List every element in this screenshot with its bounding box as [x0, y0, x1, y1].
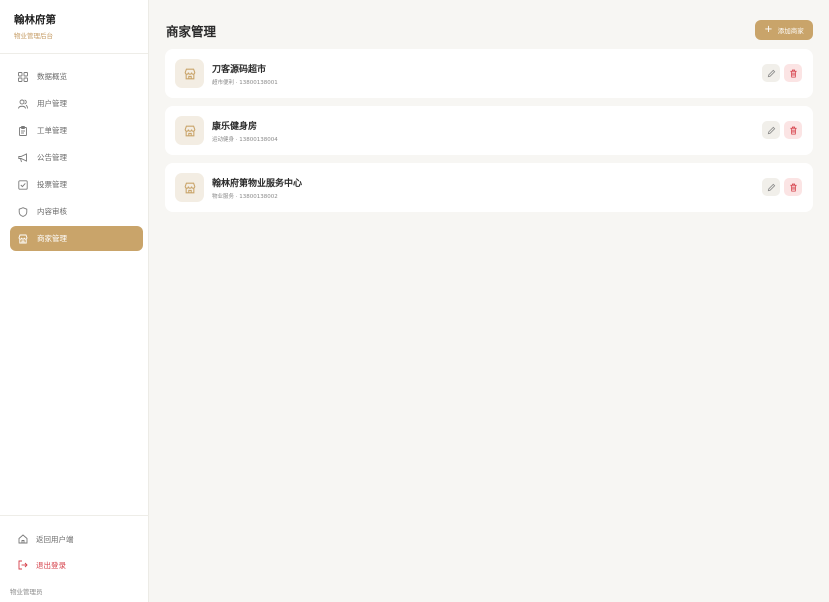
merchant-name: 刀客源码超市 — [212, 64, 267, 75]
logout-icon — [18, 560, 28, 570]
back-to-user-label: 返回用户端 — [36, 534, 74, 544]
grid-icon — [18, 71, 28, 82]
sidebar-item-label: 投票管理 — [37, 180, 67, 189]
merchant-list: 刀客源码超市 超市便利 · 13800138001 康乐健身房 运动健身 · 1… — [165, 49, 813, 220]
sidebar: 翰林府第 物业管理后台 数据概览 用户管理 工单管理 公告管理 投票管理 内容审… — [0, 0, 149, 602]
sidebar-item-merchants[interactable]: 商家管理 — [10, 226, 143, 251]
trash-icon — [789, 183, 797, 192]
sidebar-item-moderation[interactable]: 内容审核 — [10, 199, 143, 224]
add-merchant-button[interactable]: + 添加商家 — [755, 20, 813, 40]
sidebar-item-users[interactable]: 用户管理 — [10, 91, 143, 116]
pencil-icon — [767, 69, 775, 77]
plus-icon: + — [764, 24, 773, 35]
edit-button[interactable] — [762, 64, 780, 82]
sidebar-item-label: 用户管理 — [37, 99, 67, 108]
brand-subtitle: 物业管理后台 — [14, 32, 53, 40]
clipboard-icon — [18, 125, 28, 136]
pencil-icon — [767, 126, 775, 134]
home-icon — [18, 534, 28, 544]
sidebar-item-label: 数据概览 — [37, 72, 67, 81]
users-icon — [18, 99, 28, 109]
sidebar-item-label: 公告管理 — [37, 153, 67, 162]
sidebar-item-votes[interactable]: 投票管理 — [10, 172, 143, 197]
merchant-actions — [762, 178, 802, 196]
merchant-meta: 物业服务 · 13800138002 — [212, 193, 278, 200]
user-role: 物业管理员 — [10, 588, 43, 596]
checkbox-icon — [18, 179, 28, 190]
sidebar-footer: 返回用户端 退出登录 — [0, 515, 149, 578]
edit-button[interactable] — [762, 121, 780, 139]
store-icon — [18, 234, 28, 244]
merchant-meta: 运动健身 · 13800138004 — [212, 136, 278, 143]
merchant-meta: 超市便利 · 13800138001 — [212, 79, 278, 86]
pencil-icon — [767, 183, 775, 191]
page-title: 商家管理 — [166, 24, 217, 39]
shield-icon — [18, 206, 28, 217]
sidebar-item-label: 工单管理 — [37, 126, 67, 135]
edit-button[interactable] — [762, 178, 780, 196]
merchant-info: 刀客源码超市 超市便利 · 13800138001 — [212, 62, 278, 86]
sidebar-item-label: 内容审核 — [37, 207, 67, 216]
sidebar-item-dashboard[interactable]: 数据概览 — [10, 64, 143, 89]
store-icon — [175, 116, 204, 145]
merchant-actions — [762, 64, 802, 82]
merchant-info: 翰林府第物业服务中心 物业服务 · 13800138002 — [212, 176, 302, 200]
trash-icon — [789, 69, 797, 78]
brand: 翰林府第 物业管理后台 — [0, 0, 148, 54]
add-merchant-label: 添加商家 — [777, 27, 804, 35]
trash-icon — [789, 126, 797, 135]
delete-button[interactable] — [784, 121, 802, 139]
sidebar-item-workorders[interactable]: 工单管理 — [10, 118, 143, 143]
delete-button[interactable] — [784, 64, 802, 82]
store-icon — [175, 173, 204, 202]
merchant-name: 翰林府第物业服务中心 — [212, 178, 303, 189]
merchant-name: 康乐健身房 — [212, 121, 258, 132]
merchant-card: 康乐健身房 运动健身 · 13800138004 — [165, 106, 813, 155]
store-icon — [175, 59, 204, 88]
delete-button[interactable] — [784, 178, 802, 196]
merchant-actions — [762, 121, 802, 139]
sidebar-item-label: 商家管理 — [37, 234, 67, 243]
merchant-card: 翰林府第物业服务中心 物业服务 · 13800138002 — [165, 163, 813, 212]
brand-title: 翰林府第 — [14, 14, 56, 26]
logout-label: 退出登录 — [36, 560, 66, 570]
sidebar-item-announcements[interactable]: 公告管理 — [10, 145, 143, 170]
merchant-info: 康乐健身房 运动健身 · 13800138004 — [212, 119, 278, 143]
merchant-card: 刀客源码超市 超市便利 · 13800138001 — [165, 49, 813, 98]
logout-button[interactable]: 退出登录 — [0, 552, 149, 578]
megaphone-icon — [18, 152, 28, 163]
sidebar-nav: 数据概览 用户管理 工单管理 公告管理 投票管理 内容审核 商家管理 — [10, 64, 143, 253]
back-to-user-link[interactable]: 返回用户端 — [0, 526, 149, 552]
main-content: 商家管理 + 添加商家 刀客源码超市 超市便利 · 13800138001 康乐… — [149, 0, 829, 602]
